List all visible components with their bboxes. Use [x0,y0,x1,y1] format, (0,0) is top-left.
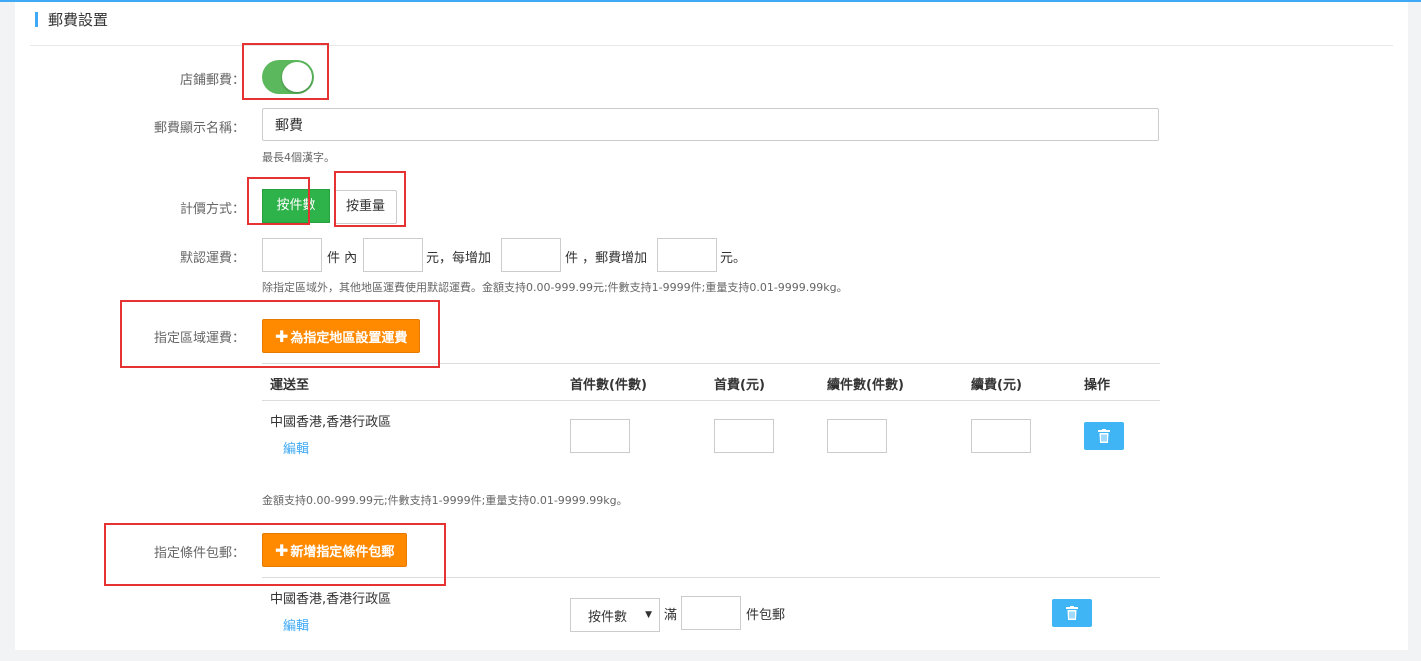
first-pieces-input[interactable] [262,238,322,272]
section-header: 郵費設置 [35,10,109,29]
free-shipping-row-destination: 中國香港,香港行政區 [270,592,392,607]
region-first-fee-input[interactable] [714,419,774,453]
condition-select-value: 按件數 [588,609,628,625]
free-shipping-row-edit-link[interactable]: 編輯 [283,615,309,634]
default-fee-label: 默認運費： [179,251,245,266]
free-shipping-suffix: 件包郵 [746,608,786,623]
annotation-box-by-pieces [247,177,310,225]
col-first-fee: 首費(元) [714,378,765,393]
unit-yuan-each-add: 元，每增加 [426,251,492,266]
section-divider [30,45,1393,46]
region-first-pieces-input[interactable] [570,419,630,453]
annotation-box-free-shipping [104,523,446,586]
col-first-pieces: 首件數(件數) [570,378,647,393]
unit-yuan-end: 元。 [720,251,747,266]
pricing-method-label: 計價方式： [179,202,245,217]
caret-down-icon: ▼ [645,610,652,620]
region-table-header-border [262,400,1160,401]
unit-pieces-postage-add: 件 ，郵費增加 [565,251,648,266]
section-title: 郵費設置 [48,10,109,29]
display-name-label: 郵費顯示名稱： [153,121,245,136]
free-shipping-row-delete-button[interactable] [1052,599,1092,627]
region-row-delete-button[interactable] [1084,422,1124,450]
annotation-box-region-fee [120,300,440,368]
region-row-destination: 中國香港,香港行政區 [270,415,392,430]
default-fee-hint: 除指定區域外，其他地區運費使用默認運費。金額支持0.00-999.99元;件數支… [262,281,848,294]
trash-icon [1098,429,1110,443]
annotation-box-toggle [242,43,329,100]
additional-fee-input[interactable] [657,238,717,272]
col-destination: 運送至 [270,378,310,393]
display-name-input[interactable] [262,108,1159,141]
annotation-box-by-weight [334,171,406,227]
unit-pieces-within: 件 內 [327,251,358,266]
additional-pieces-input[interactable] [501,238,561,272]
free-shipping-threshold-input[interactable] [681,596,741,630]
col-additional-fee: 續費(元) [971,378,1022,393]
col-actions: 操作 [1084,378,1111,393]
trash-icon [1066,606,1078,620]
col-additional-pieces: 續件數(件數) [827,378,904,393]
region-fee-hint: 金額支持0.00-999.99元;件數支持1-9999件;重量支持0.01-99… [262,494,628,507]
region-additional-fee-input[interactable] [971,419,1031,453]
display-name-hint: 最長4個漢字。 [262,151,335,164]
region-additional-pieces-input[interactable] [827,419,887,453]
section-title-bar [35,11,38,27]
region-row-edit-link[interactable]: 編輯 [283,438,309,457]
store-postage-label: 店鋪郵費： [179,73,245,88]
first-fee-input[interactable] [363,238,423,272]
free-shipping-condition-select[interactable]: 按件數 ▼ [570,598,660,632]
free-shipping-prefix: 滿 [664,608,678,623]
